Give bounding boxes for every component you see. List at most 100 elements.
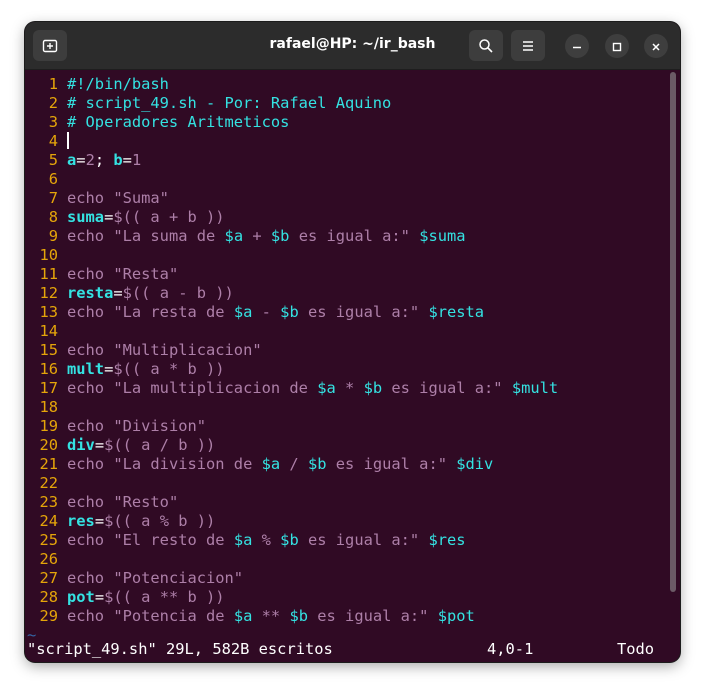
code-text: echo "La resta de $a - $b es igual a:" $… [67,303,484,322]
code-token: "La division de [113,455,262,473]
line-number: 10 [39,246,58,264]
maximize-button[interactable] [605,34,629,58]
code-token: echo [67,379,114,397]
code-token: echo [67,189,114,207]
code-token: % [252,531,281,549]
code-token: es igual a:" [307,607,438,625]
line-number: 19 [39,417,58,435]
scroll-indicator: Todo [617,640,655,658]
code-line[interactable]: 18 [25,398,67,417]
close-button[interactable] [644,34,668,58]
line-number: 9 [48,227,58,245]
line-number: 14 [39,322,58,340]
code-text: echo "La division de $a / $b es igual a:… [67,455,493,474]
code-line[interactable]: 5 a=2; b=1 [25,151,142,170]
code-line[interactable]: 16 mult=$(( a * b )) [25,360,225,379]
code-token: $b [270,227,290,245]
code-line[interactable]: 20 div=$(( a / b )) [25,436,215,455]
code-token: "Resta" [113,265,179,283]
code-token: $pot [437,607,475,625]
code-line[interactable]: 9 echo "La suma de $a + $b es igual a:" $… [25,227,466,246]
code-line[interactable]: 21 echo "La division de $a / $b es igual … [25,455,493,474]
code-line[interactable]: 22 [25,474,67,493]
code-token: = [122,151,132,169]
code-line[interactable]: 29 echo "Potencia de $a ** $b es igual a:… [25,607,475,626]
line-number: 17 [39,379,58,397]
code-token: es igual a:" [298,303,429,321]
code-token: = [94,588,105,606]
code-token: = [104,208,114,226]
line-number: 25 [39,531,58,549]
code-token: $mult [511,379,559,397]
line-number: 28 [39,588,58,606]
minimize-button[interactable] [565,34,589,58]
code-token: "El resto de [113,531,234,549]
code-line[interactable]: 27 echo "Potenciacion" [25,569,243,588]
line-number: 2 [48,94,58,112]
line-number: 23 [39,493,58,511]
code-token: echo [67,417,114,435]
code-line[interactable]: 3 # Operadores Aritmeticos [25,113,290,132]
code-token: "La resta de [113,303,234,321]
cursor-position: 4,0-1 [487,640,534,658]
code-token: es igual a:" [326,455,457,473]
code-token: a [67,151,77,169]
code-text [67,132,69,151]
code-line[interactable]: 23 echo "Resto" [25,493,178,512]
code-token: / [280,455,308,473]
code-text: mult=$(( a * b )) [67,360,225,379]
code-line[interactable]: 6 [25,170,67,189]
code-line[interactable]: 7 echo "Suma" [25,189,169,208]
code-line[interactable]: 25 echo "El resto de $a % $b es igual a:"… [25,531,466,550]
line-number: 22 [39,474,58,492]
code-line[interactable]: 2 # script_49.sh - Por: Rafael Aquino [25,94,392,113]
line-number: 18 [39,398,58,416]
scrollbar[interactable] [670,72,676,592]
code-token: * [335,379,364,397]
code-token: $(( a - b )) [122,284,234,302]
code-token: $(( a / b )) [104,436,216,454]
line-number: 20 [39,436,58,454]
code-text: echo "Division" [67,417,206,436]
code-text: a=2; b=1 [67,151,141,170]
code-token: $(( a * b )) [113,360,225,378]
code-line[interactable]: 28 pot=$(( a ** b )) [25,588,224,607]
code-line[interactable]: 17 echo "La multiplicacion de $a * $b es … [25,379,558,398]
code-token: "Potencia de [113,607,234,625]
code-text: echo "Potencia de $a ** $b es igual a:" … [67,607,475,626]
code-line[interactable]: 11 echo "Resta" [25,265,178,284]
code-text: # script_49.sh - Por: Rafael Aquino [67,94,391,113]
code-line[interactable]: 4 [25,132,69,151]
code-token: es igual a:" [382,379,512,397]
code-text: echo "El resto de $a % $b es igual a:" $… [67,531,466,550]
menu-icon [521,40,535,52]
code-line[interactable]: 10 [25,246,67,265]
code-line[interactable]: 14 [25,322,67,341]
title-bar: rafael@HP: ~/ir_bash [25,22,680,70]
code-line[interactable]: 13 echo "La resta de $a - $b es igual a:"… [25,303,484,322]
search-icon [478,38,494,54]
code-line[interactable]: 19 echo "Division" [25,417,206,436]
code-line[interactable]: 1 #!/bin/bash [25,75,169,94]
code-token: b [113,151,123,169]
code-token: mult [67,360,105,378]
code-line[interactable]: 12 resta=$(( a - b )) [25,284,234,303]
code-token: $b [307,455,327,473]
code-line[interactable]: 26 [25,550,67,569]
code-token: = [76,151,86,169]
code-token: "La multiplicacion de [113,379,318,397]
code-line[interactable]: 24 res=$(( a % b )) [25,512,215,531]
code-token: $b [280,303,299,321]
code-text: suma=$(( a + b )) [67,208,225,227]
code-text: div=$(( a / b )) [67,436,215,455]
line-number: 4 [48,132,58,150]
code-token: $b [280,531,299,549]
code-line[interactable]: 15 echo "Multiplicacion" [25,341,261,360]
code-token: #!/bin/bash [67,75,169,93]
vim-editor[interactable]: ~ "script_49.sh" 29L, 582B escritos 4,0-1… [25,70,680,662]
menu-button[interactable] [511,30,545,61]
code-line[interactable]: 8 suma=$(( a + b )) [25,208,225,227]
search-button[interactable] [469,30,503,61]
code-token: $a [317,379,336,397]
code-token: + [243,227,271,245]
